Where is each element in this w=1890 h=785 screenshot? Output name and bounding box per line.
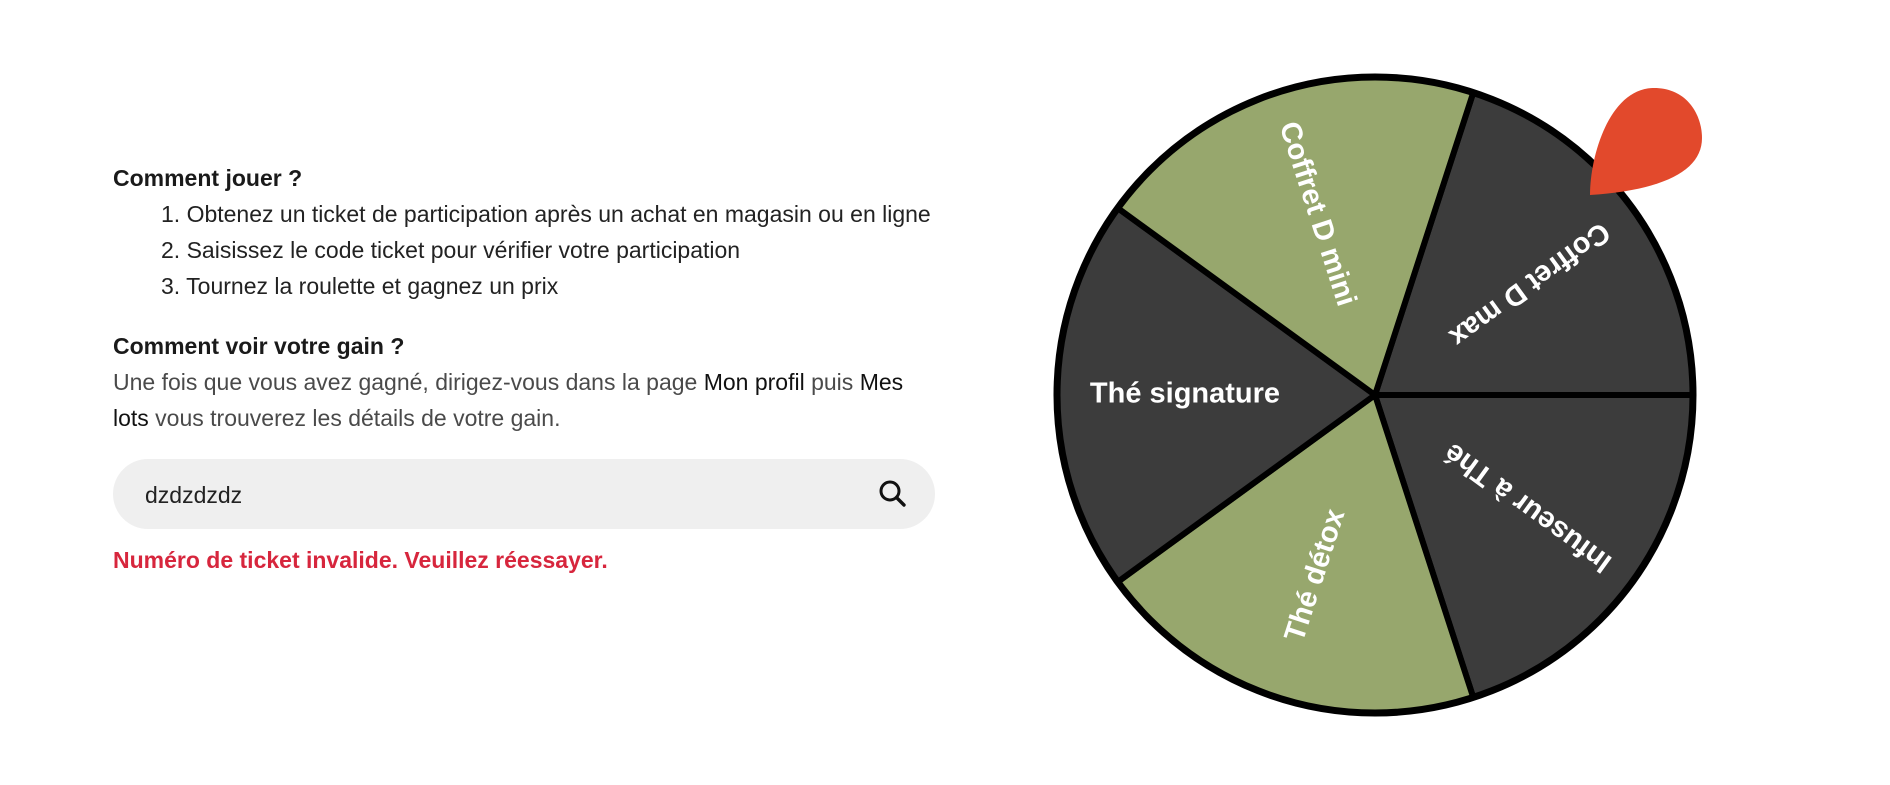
- how-to-see-gain-title: Comment voir votre gain ?: [113, 333, 405, 359]
- steps-list: 1. Obtenez un ticket de participation ap…: [113, 196, 935, 304]
- gain-text-part: Une fois que vous avez gagné, dirigez-vo…: [113, 369, 704, 395]
- search-icon[interactable]: [875, 476, 911, 512]
- mon-profil-link[interactable]: Mon profil: [704, 369, 805, 395]
- gain-text-part: puis: [804, 369, 860, 395]
- step-item: 1. Obtenez un ticket de participation ap…: [161, 201, 931, 227]
- gain-text-part: vous trouverez les détails de votre gain…: [148, 405, 561, 431]
- how-to-see-gain-text: Une fois que vous avez gagné, dirigez-vo…: [113, 364, 935, 436]
- ticket-code-input[interactable]: [143, 459, 827, 531]
- wheel-pointer-icon: [1590, 88, 1702, 195]
- error-message: Numéro de ticket invalide. Veuillez rées…: [113, 547, 608, 573]
- step-item: 3. Tournez la roulette et gagnez un prix: [161, 273, 559, 299]
- prize-wheel-graphic: Coffret D maxInfuseur à ThéThé détoxThé …: [1053, 73, 1702, 717]
- instructions-panel: Comment jouer ? 1. Obtenez un ticket de …: [113, 160, 935, 574]
- step-item: 2. Saisissez le code ticket pour vérifie…: [161, 237, 741, 263]
- prize-wheel[interactable]: Coffret D max Infuseur à Thé Thé détox Thé …: [1050, 70, 1710, 730]
- how-to-play-title: Comment jouer ?: [113, 165, 303, 191]
- ticket-search-bar: [113, 459, 935, 531]
- wheel-segment-label: Thé signature: [1090, 378, 1280, 410]
